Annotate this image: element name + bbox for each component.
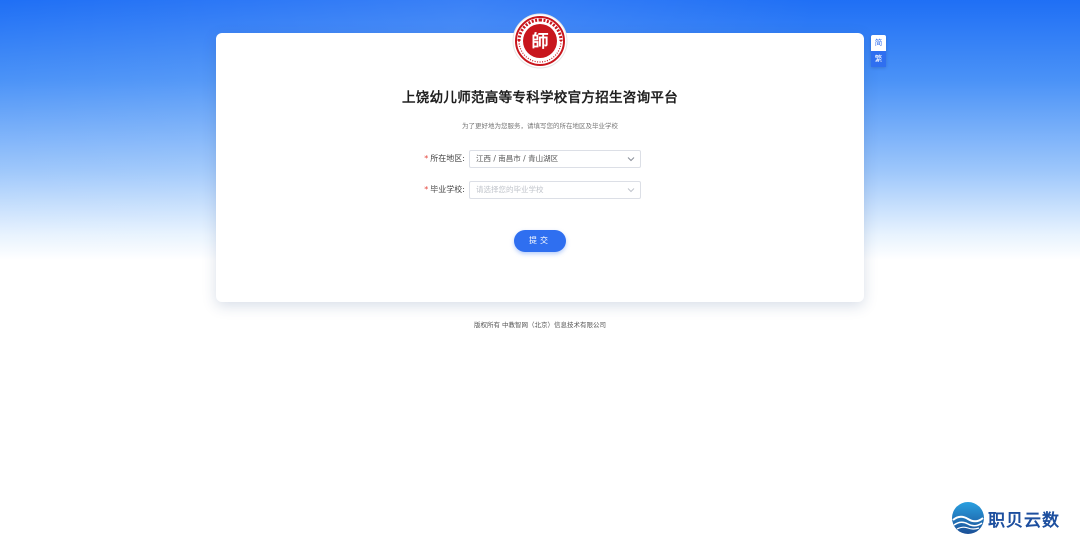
- seal-icon: 師: [512, 13, 568, 69]
- traditional-chinese-button[interactable]: 繁: [871, 51, 886, 67]
- chevron-down-icon: [627, 157, 635, 162]
- region-select[interactable]: 江西 / 南昌市 / 青山湖区: [469, 150, 641, 168]
- school-select[interactable]: 请选择您的毕业学校: [469, 181, 641, 199]
- svg-text:師: 師: [532, 31, 549, 52]
- page-title: 上饶幼儿师范高等专科学校官方招生咨询平台: [402, 90, 678, 106]
- watermark-text: 职贝云数: [988, 511, 1060, 531]
- region-select-value: 江西 / 南昌市 / 青山湖区: [476, 154, 559, 163]
- region-label-text: 所在地区:: [430, 154, 465, 163]
- required-mark: *: [424, 154, 429, 163]
- watermark: 职贝云数: [950, 498, 1075, 538]
- chevron-down-icon: [627, 188, 635, 193]
- school-seal-logo: 師: [512, 13, 568, 69]
- required-mark: *: [424, 185, 429, 194]
- region-label: * 所在地区:: [405, 150, 465, 167]
- page-subtitle: 为了更好地为您服务，请填写您的所在地区及毕业学校: [462, 122, 618, 130]
- simplified-chinese-button[interactable]: 简: [871, 35, 886, 51]
- globe-wave-icon: [952, 502, 984, 534]
- language-switch: 简 繁: [871, 35, 886, 67]
- school-select-placeholder: 请选择您的毕业学校: [476, 185, 544, 194]
- school-label-text: 毕业学校:: [430, 185, 465, 194]
- school-label: * 毕业学校:: [405, 181, 465, 198]
- footer-copyright: 版权所有 中教智网（北京）信息技术有限公司: [473, 321, 607, 329]
- submit-button[interactable]: 提交: [514, 230, 566, 252]
